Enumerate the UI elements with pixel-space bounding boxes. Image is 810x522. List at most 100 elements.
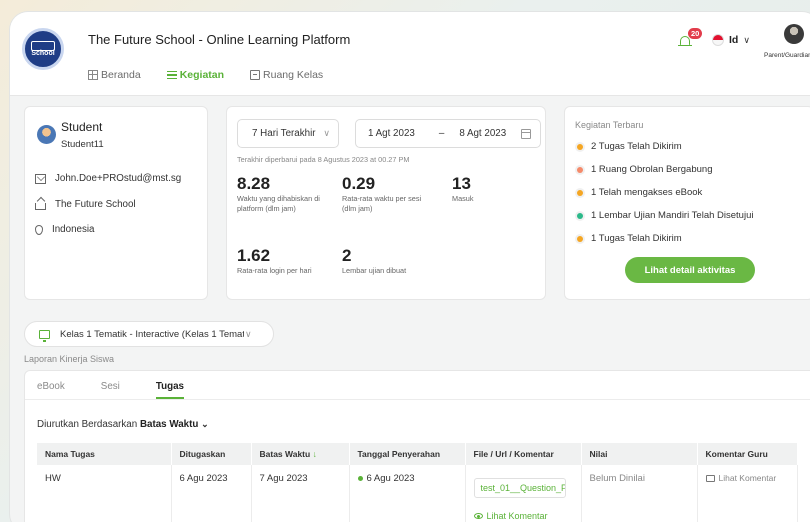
assigned-date: 6 Agu 2023 [171, 465, 252, 522]
language-selector[interactable]: Id ∨ [712, 34, 750, 46]
grade-status: Belum Dinilai [581, 465, 698, 522]
tabs-divider [25, 399, 810, 400]
file-cell: test_01__Question_Paper Lihat Komentar [465, 465, 582, 522]
status-dot [577, 235, 583, 242]
location-icon [35, 224, 43, 235]
class-select[interactable]: Kelas 1 Tematik - Interactive (Kelas 1 T… [24, 321, 274, 347]
column-header-label: Batas Waktu [259, 449, 311, 459]
tab-tugas[interactable]: Tugas [155, 381, 184, 399]
profile-school-row: The Future School [35, 199, 136, 210]
metric-exam-sheets: 2 Lembar ujian dibuat [342, 247, 442, 276]
range-select[interactable]: 7 Hari Terakhir ∨ [237, 119, 339, 148]
assignments-table: Nama Tugas Ditugaskan Batas Waktu ↓ Tang… [37, 443, 798, 522]
file-link[interactable]: test_01__Question_Paper [473, 478, 566, 498]
teacher-comment-cell: Lihat Komentar [697, 465, 798, 522]
metric-time-on-platform: 8.28 Waktu yang dihabiskan di platform (… [237, 175, 332, 214]
performance-report-panel: eBook Sesi Tugas Diurutkan Berdasarkan B… [24, 370, 810, 522]
column-header: Tanggal Penyerahan [349, 443, 466, 465]
metric-logins: 13 Masuk [452, 175, 512, 204]
activity-item: 1 Telah mengakses eBook [577, 187, 702, 198]
activity-text: 2 Tugas Telah Dikirim [591, 141, 682, 152]
language-label: Id [729, 34, 739, 46]
nav-label: Kegiatan [179, 69, 225, 81]
teacher-comment-link[interactable]: Lihat Komentar [705, 473, 777, 483]
nav-kegiatan[interactable]: Kegiatan [166, 69, 225, 81]
school-logo[interactable]: School [22, 28, 64, 70]
deadline-date: 7 Agu 2023 [251, 465, 350, 522]
tab-sesi[interactable]: Sesi [101, 381, 120, 399]
view-comment-link[interactable]: Lihat Komentar [473, 511, 573, 521]
activity-text: 1 Telah mengakses eBook [591, 187, 703, 198]
user-avatar[interactable] [784, 24, 804, 44]
metric-value: 8.28 [237, 174, 271, 193]
logo-emblem [31, 41, 55, 51]
metric-label: Rata-rata login per hari [237, 266, 312, 275]
report-tabs: eBook Sesi Tugas [37, 381, 184, 399]
stats-card: 7 Hari Terakhir ∨ 1 Agt 2023 – 8 Agt 202… [226, 106, 546, 300]
document-icon [250, 70, 261, 80]
status-dot [577, 143, 583, 150]
view-comment-label: Lihat Komentar [486, 511, 548, 521]
date-range-picker[interactable]: 1 Agt 2023 – 8 Agt 2023 [355, 119, 541, 148]
metric-value: 13 [452, 174, 471, 193]
sort-control[interactable]: Diurutkan Berdasarkan Batas Waktu ⌄ [37, 419, 209, 430]
column-header: Nama Tugas [37, 443, 172, 465]
profile-country-row: Indonesia [35, 224, 95, 235]
status-dot [577, 189, 583, 196]
bell-icon-body [680, 36, 690, 45]
column-header: Komentar Guru [697, 443, 798, 465]
column-header-deadline[interactable]: Batas Waktu ↓ [251, 443, 350, 465]
metric-value: 0.29 [342, 174, 376, 193]
nav-beranda[interactable]: Beranda [88, 69, 141, 81]
metric-label: Waktu yang dihabiskan di platform (dlm j… [237, 194, 320, 213]
metric-avg-session: 0.29 Rata-rata waktu per sesi (dlm jam) [342, 175, 432, 214]
activity-text: 1 Lembar Ujian Mandiri Telah Disetujui [591, 210, 754, 221]
activity-item: 1 Ruang Obrolan Bergabung [577, 164, 712, 175]
student-school: The Future School [55, 199, 136, 210]
table-header-row: Nama Tugas Ditugaskan Batas Waktu ↓ Tang… [37, 443, 798, 465]
logo-text: School [31, 50, 55, 57]
chevron-down-icon: ∨ [743, 34, 750, 45]
calendar-icon [521, 129, 531, 139]
column-header: Nilai [581, 443, 698, 465]
sort-prefix: Diurutkan Berdasarkan [37, 419, 138, 430]
user-role: Parent/Guardian [764, 52, 810, 59]
view-activity-details-button[interactable]: Lihat detail aktivitas [625, 257, 755, 283]
nav-label: Ruang Kelas [263, 69, 324, 81]
metric-label: Lembar ujian dibuat [342, 266, 407, 275]
activity-item: 2 Tugas Telah Dikirim [577, 141, 682, 152]
student-id: Student11 [61, 139, 104, 150]
header: School The Future School - Online Learni… [10, 12, 810, 96]
column-header: File / Url / Komentar [465, 443, 582, 465]
school-icon [35, 202, 46, 210]
sort-arrow-down-icon: ↓ [312, 449, 317, 459]
main-nav: Beranda Kegiatan Ruang Kelas [88, 69, 323, 81]
monitor-icon [39, 329, 50, 342]
chevron-down-icon: ∨ [245, 328, 252, 339]
tab-ebook[interactable]: eBook [37, 381, 65, 399]
activity-text: 1 Ruang Obrolan Bergabung [591, 164, 713, 175]
student-country: Indonesia [52, 224, 95, 235]
nav-ruang-kelas[interactable]: Ruang Kelas [250, 69, 323, 81]
comment-icon [705, 475, 715, 483]
app-title: The Future School - Online Learning Plat… [88, 32, 351, 47]
mail-icon [35, 173, 46, 184]
date-separator: – [438, 128, 445, 139]
metric-value: 1.62 [237, 246, 271, 265]
notification-badge: 20 [688, 28, 703, 39]
date-from: 1 Agt 2023 [368, 128, 415, 139]
last-updated-text: Terakhir diperbarui pada 8 Agustus 2023 … [237, 155, 410, 164]
submission-cell: 6 Agu 2023 [349, 465, 466, 522]
recent-activity-card: Kegiatan Terbaru 2 Tugas Telah Dikirim 1… [564, 106, 810, 300]
eye-icon [473, 513, 483, 519]
grid-icon [88, 70, 98, 80]
profile-card: Student Student11 John.Doe+PROstud@mst.s… [24, 106, 208, 300]
student-email: John.Doe+PROstud@mst.sg [55, 173, 182, 184]
teacher-comment-label: Lihat Komentar [718, 473, 777, 483]
metric-value: 2 [342, 246, 352, 265]
list-icon [166, 71, 177, 79]
sort-value: Batas Waktu [139, 419, 199, 430]
class-select-value: Kelas 1 Tematik - Interactive (Kelas 1 T… [60, 328, 244, 340]
metric-label: Masuk [452, 194, 474, 203]
profile-email-row: John.Doe+PROstud@mst.sg [35, 173, 181, 184]
